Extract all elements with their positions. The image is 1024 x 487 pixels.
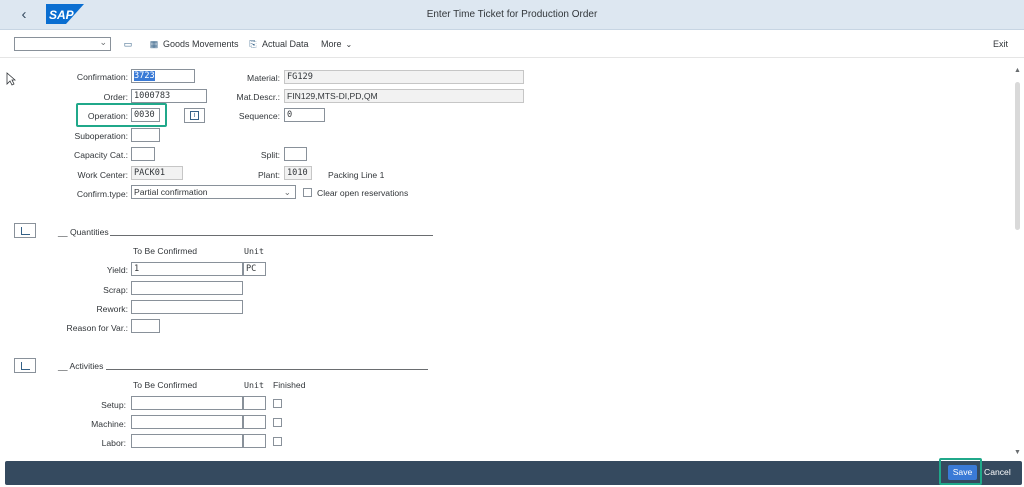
suboperation-field[interactable] — [131, 128, 160, 142]
actual-data-button[interactable]: ⎘ Actual Data — [248, 38, 309, 50]
order-label: Order: — [103, 92, 128, 102]
more-menu-button[interactable]: More ⌄ — [321, 38, 352, 50]
activities-divider — [106, 369, 428, 370]
confirm-type-value: Partial confirmation — [134, 187, 208, 197]
machine-label: Machine: — [91, 419, 126, 429]
activities-section-title: __ Activities — [58, 361, 104, 371]
work-center-field: PACK01 — [131, 166, 183, 180]
clear-open-reservations-checkbox[interactable] — [303, 188, 312, 197]
order-field[interactable]: 1000783 — [131, 89, 207, 103]
machine-unit-field[interactable] — [243, 415, 266, 429]
chevron-down-icon: ⌄ — [283, 187, 291, 197]
collapse-icon — [21, 362, 30, 370]
sequence-field[interactable]: 0 — [284, 108, 325, 122]
confirmation-value: 3723 — [134, 71, 155, 81]
activities-col-to-be-confirmed: To Be Confirmed — [133, 380, 198, 390]
chevron-down-icon: ⌄ — [345, 39, 353, 49]
shell-bar: ‹ SAP Enter Time Ticket for Production O… — [0, 0, 1024, 30]
split-field[interactable] — [284, 147, 307, 161]
mat-descr-field: FIN129,MTS-DI,PD,QM — [284, 89, 524, 103]
capacity-cat-field[interactable] — [131, 147, 155, 161]
scrollbar-thumb[interactable] — [1015, 82, 1020, 230]
document-icon: ⎘ — [249, 39, 257, 49]
scrap-field[interactable] — [131, 281, 243, 295]
goods-movements-label: Goods Movements — [163, 39, 239, 49]
work-center-label: Work Center: — [77, 170, 128, 180]
setup-unit-field[interactable] — [243, 396, 266, 410]
labor-finished-checkbox[interactable] — [273, 437, 282, 446]
plant-label: Plant: — [258, 170, 280, 180]
machine-finished-checkbox[interactable] — [273, 418, 282, 427]
material-label: Material: — [247, 73, 280, 83]
document-arrow-icon: ▭ — [123, 39, 133, 49]
quantities-col-to-be-confirmed: To Be Confirmed — [133, 246, 198, 256]
quantities-divider — [110, 235, 433, 236]
scrap-label: Scrap: — [103, 285, 128, 295]
setup-label: Setup: — [101, 400, 126, 410]
reason-for-var-field[interactable] — [131, 319, 160, 333]
yield-unit-field[interactable]: PC — [243, 262, 266, 276]
setup-finished-checkbox[interactable] — [273, 399, 282, 408]
cancel-button[interactable]: Cancel — [984, 465, 1011, 480]
scroll-up-icon[interactable]: ▲ — [1013, 66, 1022, 75]
labor-label: Labor: — [101, 438, 126, 448]
confirm-type-label: Confirm.type: — [76, 189, 128, 199]
page-title: Enter Time Ticket for Production Order — [426, 9, 598, 20]
header-data-button[interactable]: ▭ — [123, 38, 133, 50]
confirmation-label: Confirmation: — [76, 72, 128, 82]
setup-field[interactable] — [131, 396, 243, 410]
mat-descr-label: Mat.Descr.: — [236, 92, 280, 102]
plant-description: Packing Line 1 — [328, 170, 385, 180]
confirmation-field[interactable]: 3723 — [131, 69, 195, 83]
quantities-section-title: __ Quantities — [58, 227, 109, 237]
mouse-pointer-icon — [6, 72, 16, 86]
info-icon: i — [190, 111, 199, 120]
machine-field[interactable] — [131, 415, 243, 429]
rework-label: Rework: — [96, 304, 128, 314]
activities-col-unit: Unit — [244, 380, 264, 390]
footer-bar — [5, 461, 1022, 485]
material-field: FG129 — [284, 70, 524, 84]
split-label: Split: — [260, 150, 280, 160]
quantities-col-unit: Unit — [244, 246, 264, 256]
sequence-label: Sequence: — [238, 111, 280, 121]
collapse-icon — [21, 227, 30, 235]
reason-for-var-label: Reason for Var.: — [66, 323, 128, 333]
more-label: More — [321, 39, 342, 49]
activities-col-finished: Finished — [273, 380, 306, 390]
suboperation-label: Suboperation: — [74, 131, 128, 141]
capacity-cat-label: Capacity Cat.: — [74, 150, 128, 160]
chevron-down-icon: ⌄ — [99, 37, 107, 47]
yield-field[interactable]: 1 — [131, 262, 243, 276]
scroll-down-icon[interactable]: ▼ — [1013, 448, 1022, 457]
variant-select[interactable]: ⌄ — [14, 37, 111, 51]
operation-field[interactable]: 0030 — [131, 108, 160, 122]
labor-unit-field[interactable] — [243, 434, 266, 448]
picture-icon: ▦ — [149, 39, 159, 49]
actual-data-label: Actual Data — [262, 39, 309, 49]
rework-field[interactable] — [131, 300, 243, 314]
confirm-type-select[interactable]: Partial confirmation ⌄ — [131, 185, 296, 199]
application-toolbar: ⌄ ▭ ▦ Goods Movements ⎘ Actual Data More… — [0, 30, 1024, 58]
goods-movements-button[interactable]: ▦ Goods Movements — [149, 38, 239, 50]
clear-open-reservations-label: Clear open reservations — [317, 188, 409, 198]
plant-field: 1010 — [284, 166, 312, 180]
yield-label: Yield: — [106, 265, 128, 275]
save-button[interactable]: Save — [948, 465, 977, 480]
activities-collapse-button[interactable] — [14, 358, 36, 373]
operation-label: Operation: — [87, 111, 128, 121]
exit-button[interactable]: Exit — [993, 39, 1008, 49]
quantities-collapse-button[interactable] — [14, 223, 36, 238]
labor-field[interactable] — [131, 434, 243, 448]
